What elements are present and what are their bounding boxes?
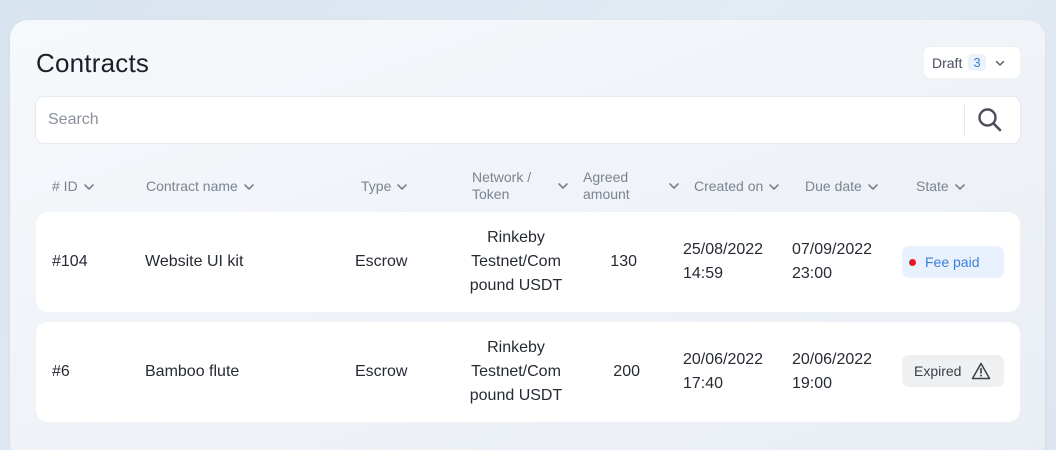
due-date-value: 20/06/2022 [792,351,873,368]
created-on: 25/08/2022 14:59 [683,238,763,286]
status-label: Expired [914,363,962,379]
search-icon [976,108,1004,138]
column-header-label: Contract name [146,178,238,194]
table-row[interactable]: #104 Website UI kit Escrow Rinkeby Testn… [36,212,1020,312]
search-input[interactable] [36,97,964,143]
page-title: Contracts [36,48,150,78]
column-header-label: amount [583,186,630,202]
chevron-down-icon [396,181,408,193]
due-time-value: 19:00 [792,375,833,392]
chevron-down-icon [954,181,966,193]
network-line: Testnet/Com [471,253,561,270]
search-bar [36,97,1020,143]
contract-id: #6 [52,363,70,380]
chevron-down-icon [83,181,95,193]
due-date: 07/09/2022 23:00 [792,238,872,286]
column-header-label: # ID [52,178,78,194]
column-header-label: Type [361,178,392,194]
column-header-network-token[interactable]: Network / Token [472,169,569,203]
chevron-down-icon [994,57,1006,69]
chevron-down-icon [557,180,569,192]
column-header-due-date[interactable]: Due date [805,178,879,195]
warning-icon [971,362,991,380]
column-header-label: Due date [805,178,862,194]
column-header-type[interactable]: Type [361,178,408,195]
column-header-contract-name[interactable]: Contract name [146,178,255,195]
column-header-id[interactable]: # ID [52,178,95,195]
contract-id: #104 [52,253,88,270]
network-line: pound USDT [469,387,563,404]
column-header-created-on[interactable]: Created on [694,178,780,195]
search-button[interactable] [976,106,1004,134]
chevron-down-icon [867,181,879,193]
created-date: 25/08/2022 [683,241,764,258]
status-label: Fee paid [925,254,980,270]
network-line: Testnet/Com [471,363,561,380]
chevron-down-icon [243,181,255,193]
draft-filter-dropdown[interactable]: Draft 3 [924,47,1020,78]
agreed-amount: 200 [613,363,640,380]
contract-name: Website UI kit [145,253,244,270]
status-badge: Fee paid [902,246,1004,278]
network-token: Rinkeby Testnet/Com pound USDT [456,336,576,408]
due-time-value: 23:00 [792,265,833,282]
draft-count-badge: 3 [968,54,986,71]
search-divider [964,105,965,135]
due-date-value: 07/09/2022 [792,241,873,258]
network-line: pound USDT [469,277,563,294]
created-date: 20/06/2022 [683,351,764,368]
column-header-label: State [916,178,949,194]
contract-type: Escrow [355,253,408,270]
status-badge: Expired [902,355,1004,387]
chevron-down-icon [668,180,680,192]
agreed-amount: 130 [610,253,637,270]
network-line: Rinkeby [487,339,545,356]
chevron-down-icon [768,181,780,193]
column-header-state[interactable]: State [916,178,966,195]
contract-name: Bamboo flute [145,363,240,380]
created-time: 17:40 [683,375,724,392]
column-header-label: Created on [694,178,764,194]
column-header-agreed-amount[interactable]: Agreed amount [583,169,680,203]
contract-type: Escrow [355,363,408,380]
network-line: Rinkeby [487,229,545,246]
dot-icon [909,258,916,266]
network-token: Rinkeby Testnet/Com pound USDT [456,226,576,298]
column-header-label: Agreed [583,169,629,185]
draft-label: Draft [932,54,963,71]
created-on: 20/06/2022 17:40 [683,348,763,396]
due-date: 20/06/2022 19:00 [792,348,872,396]
table-row[interactable]: #6 Bamboo flute Escrow Rinkeby Testnet/C… [36,322,1020,422]
created-time: 14:59 [683,265,724,282]
column-header-label: Network / [472,169,532,185]
column-header-label: Token [472,186,510,202]
